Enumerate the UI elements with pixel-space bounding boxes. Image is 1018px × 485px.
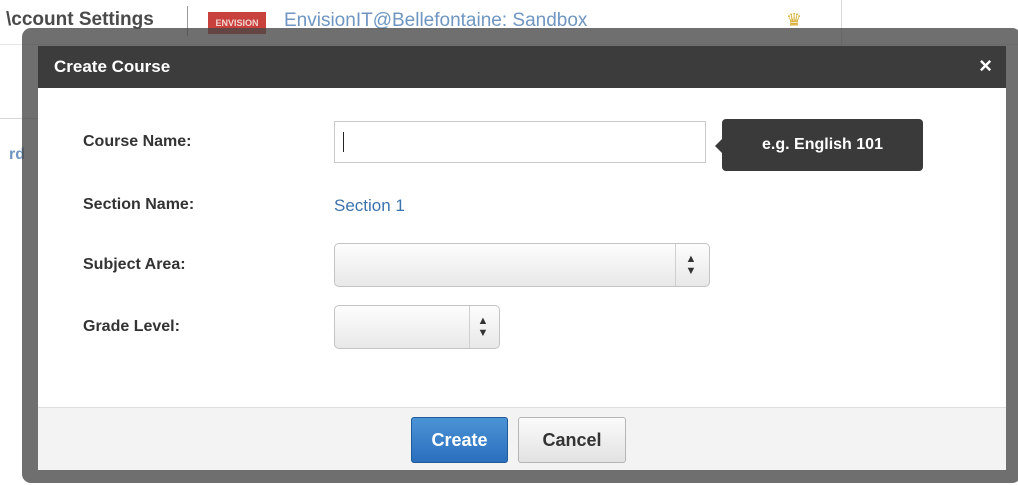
course-name-input[interactable] (334, 121, 706, 163)
section-name-link[interactable]: Section 1 (334, 196, 405, 216)
dialog-footer: Create Cancel (38, 407, 1006, 470)
grade-level-select[interactable]: ▲ ▼ (334, 305, 500, 349)
close-icon[interactable]: × (979, 54, 992, 78)
create-button[interactable]: Create (411, 417, 508, 463)
text-cursor (343, 132, 344, 152)
crown-icon: ♛ (786, 10, 803, 30)
create-course-dialog: Create Course × Course Name: e.g. Englis… (38, 46, 1006, 470)
section-name-label: Section Name: (83, 196, 195, 213)
course-name-tooltip: e.g. English 101 (722, 119, 923, 171)
select-arrows-icon: ▲ ▼ (477, 315, 489, 339)
course-name-label: Course Name: (83, 133, 192, 150)
dialog-header: Create Course × (38, 46, 1006, 88)
dialog-title: Create Course (54, 57, 171, 76)
select-divider (469, 306, 470, 348)
subject-area-select[interactable]: ▲ ▼ (334, 243, 710, 287)
cancel-button[interactable]: Cancel (518, 417, 626, 463)
select-arrows-icon: ▲ ▼ (685, 253, 697, 277)
grade-level-label: Grade Level: (83, 318, 180, 335)
subject-area-label: Subject Area: (83, 256, 186, 273)
select-divider (675, 244, 676, 286)
tooltip-arrow (715, 139, 722, 153)
